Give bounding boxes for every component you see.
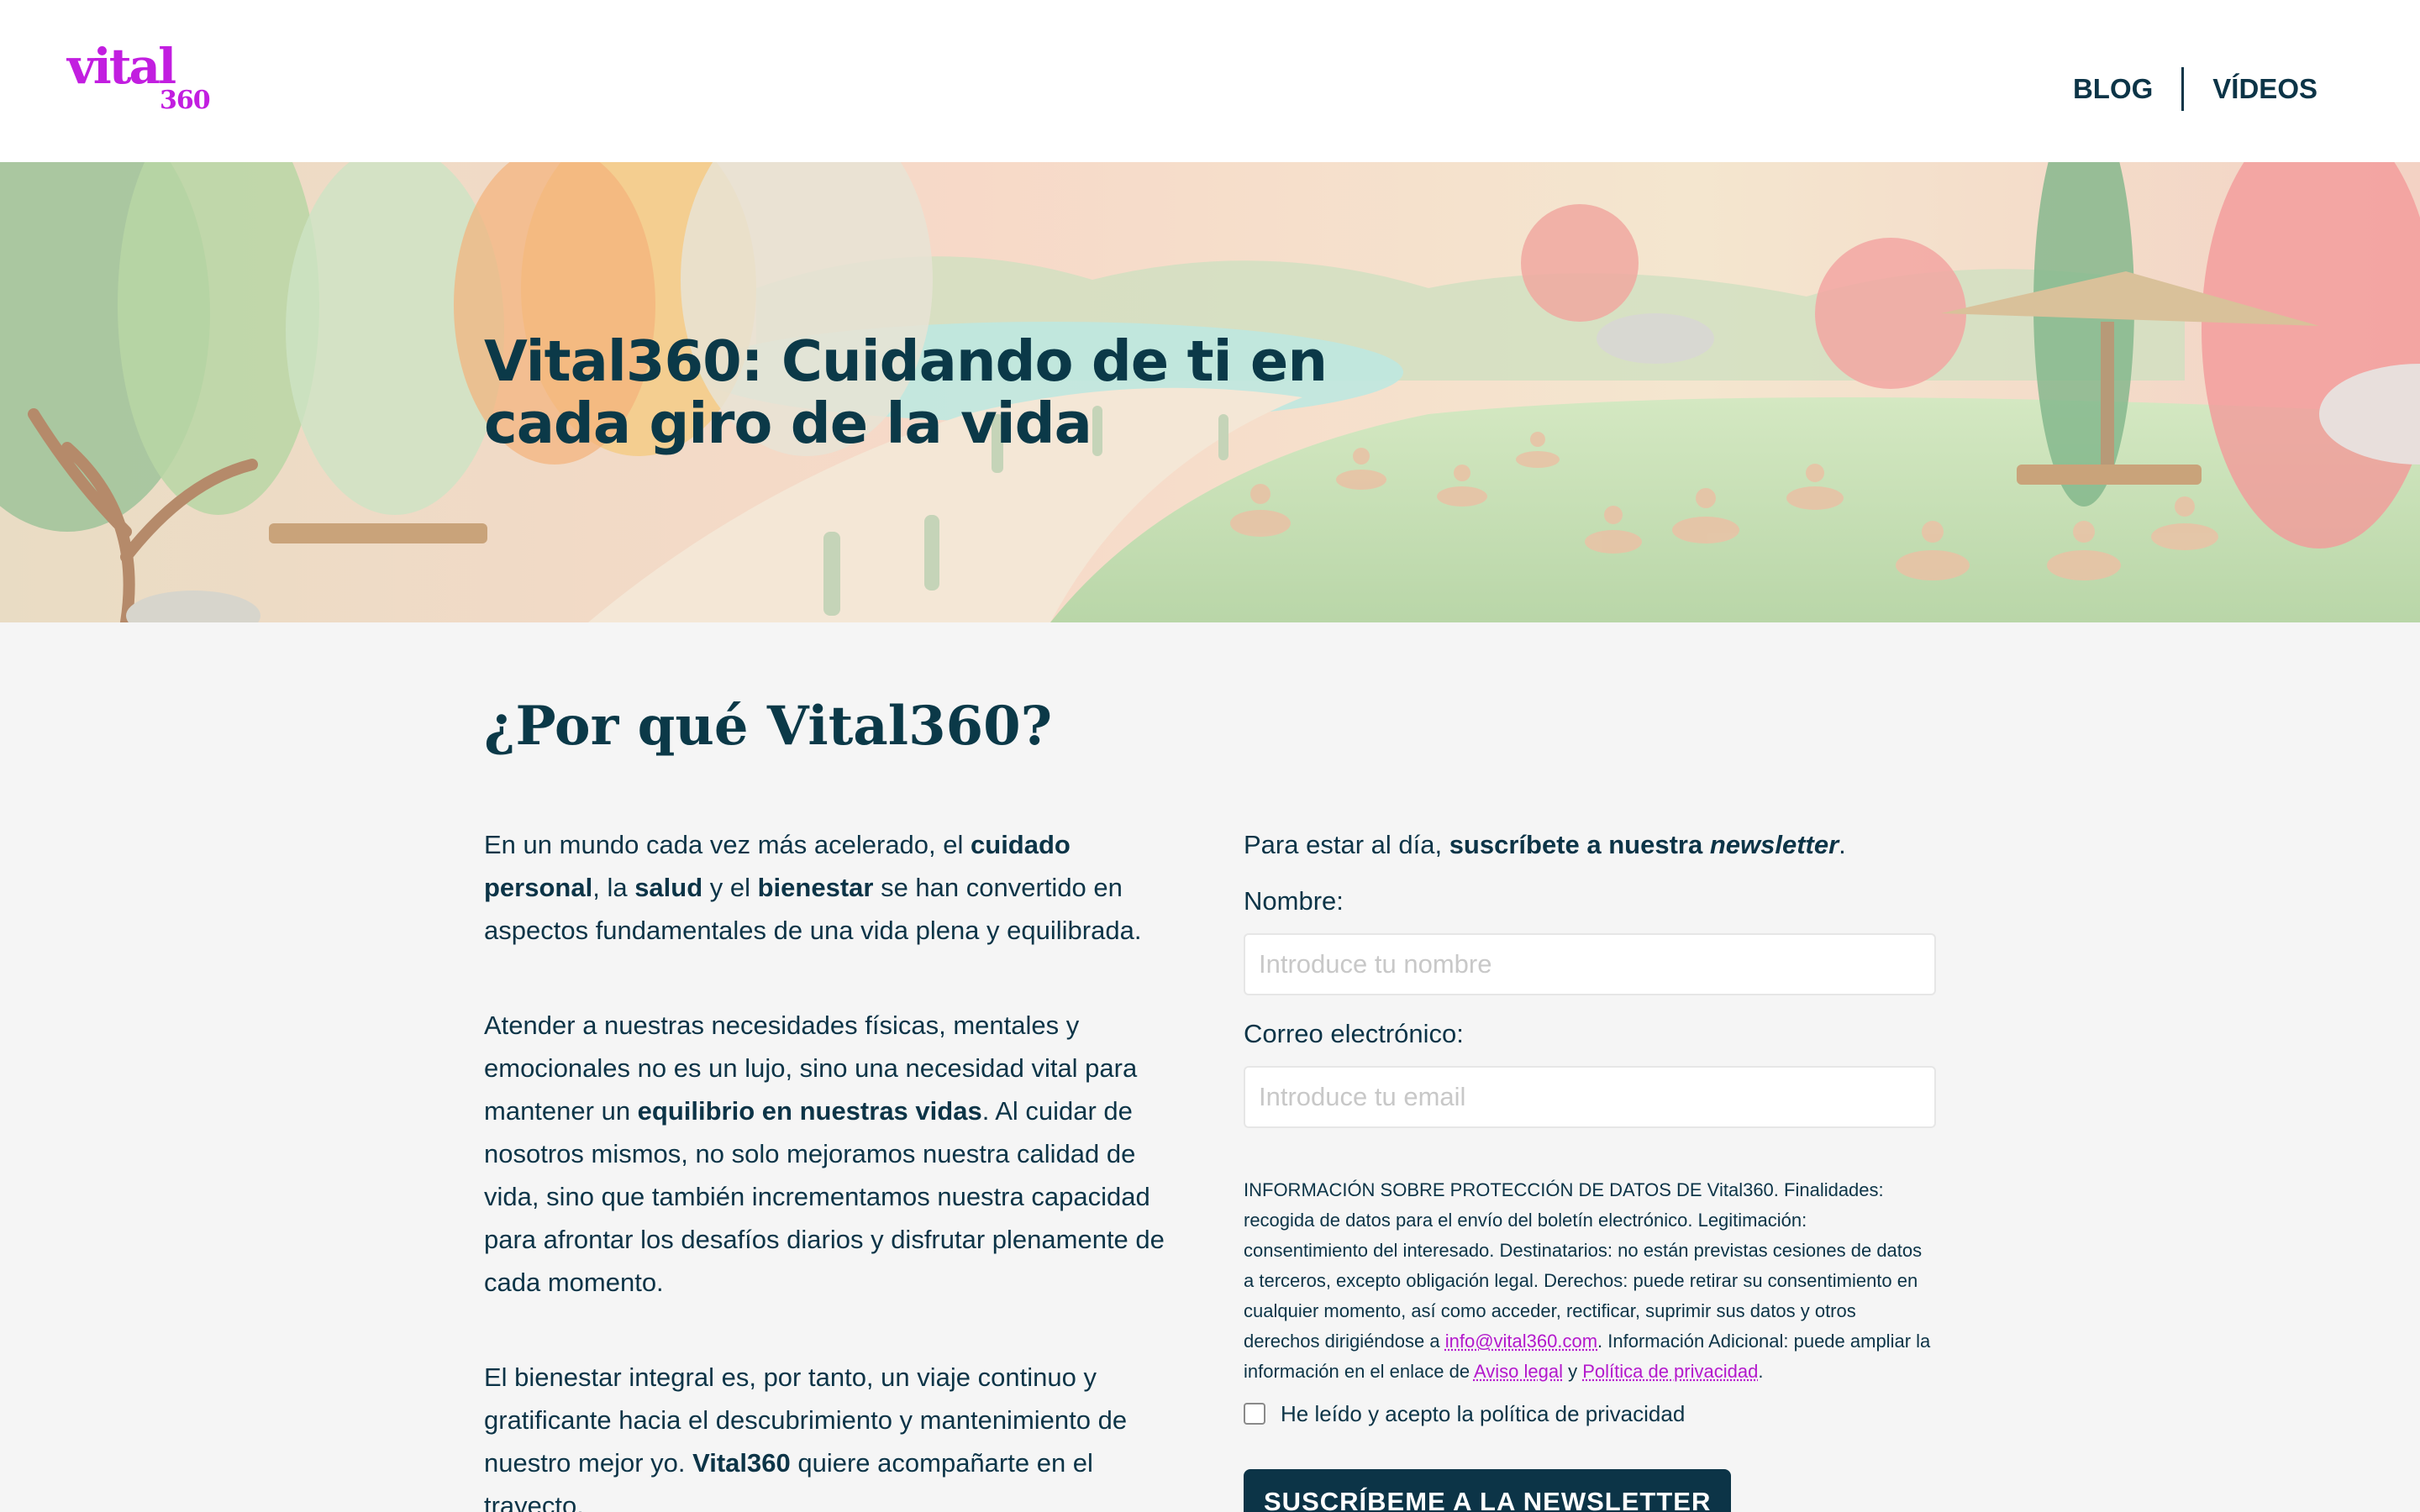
consent-label: He leído y acepto la política de privaci…	[1281, 1399, 1685, 1429]
logo-word: vital	[67, 37, 174, 96]
hero-title: Vital360: Cuidando de ti en cada giro de…	[484, 330, 1425, 454]
hero-banner: Vital360: Cuidando de ti en cada giro de…	[0, 162, 2420, 622]
bold-text: salud	[634, 873, 702, 902]
newsletter-form: Para estar al día, suscríbete a nuestra …	[1244, 823, 1936, 1512]
consent-checkbox[interactable]	[1244, 1403, 1265, 1425]
text-span: . Al cuidar de nosotros mismos, no solo …	[484, 1096, 1165, 1297]
email-label: Correo electrónico:	[1244, 1017, 1936, 1051]
text-span: .	[1758, 1361, 1763, 1382]
bold-text: suscríbete a nuestra	[1449, 830, 1710, 859]
email-input[interactable]	[1244, 1066, 1936, 1128]
legal-notice-link[interactable]: Aviso legal	[1474, 1361, 1563, 1382]
text-span: Para estar al día,	[1244, 830, 1449, 859]
site-header: vital 360 BLOG VÍDEOS	[0, 0, 2420, 162]
text-span: .	[1839, 830, 1846, 859]
name-input[interactable]	[1244, 933, 1936, 995]
paragraph-3: El bienestar integral es, por tanto, un …	[484, 1356, 1181, 1512]
privacy-notice: INFORMACIÓN SOBRE PROTECCIÓN DE DATOS DE…	[1244, 1175, 1936, 1387]
logo-number: 360	[160, 86, 210, 116]
newsletter-intro: Para estar al día, suscríbete a nuestra …	[1244, 823, 1936, 866]
text-span: En un mundo cada vez más acelerado, el	[484, 830, 971, 859]
main-nav: BLOG VÍDEOS	[2044, 66, 2317, 113]
text-span: y	[1563, 1361, 1582, 1382]
bold-text: bienestar	[758, 873, 874, 902]
bold-text: Vital360	[692, 1448, 791, 1478]
text-span: , la	[592, 873, 634, 902]
intro-text: En un mundo cada vez más acelerado, el c…	[484, 823, 1181, 1512]
subscribe-button[interactable]: SUSCRÍBEME A LA NEWSLETTER	[1244, 1469, 1731, 1512]
privacy-policy-link[interactable]: Política de privacidad	[1582, 1361, 1758, 1382]
privacy-consent[interactable]: He leído y acepto la política de privaci…	[1244, 1399, 1936, 1429]
paragraph-2: Atender a nuestras necesidades físicas, …	[484, 1004, 1181, 1304]
section-title: ¿Por qué Vital360?	[484, 689, 1052, 764]
bold-text: equilibrio en nuestras vidas	[638, 1096, 982, 1126]
bold-italic-text: newsletter	[1710, 830, 1839, 859]
name-label: Nombre:	[1244, 885, 1936, 918]
email-link[interactable]: info@vital360.com	[1445, 1331, 1597, 1352]
nav-link-videos[interactable]: VÍDEOS	[2184, 66, 2317, 113]
nav-link-blog[interactable]: BLOG	[2044, 66, 2181, 113]
text-span: INFORMACIÓN SOBRE PROTECCIÓN DE DATOS DE…	[1244, 1179, 1922, 1352]
text-span: y el	[702, 873, 757, 902]
site-logo[interactable]: vital 360	[67, 37, 210, 121]
paragraph-1: En un mundo cada vez más acelerado, el c…	[484, 823, 1181, 952]
